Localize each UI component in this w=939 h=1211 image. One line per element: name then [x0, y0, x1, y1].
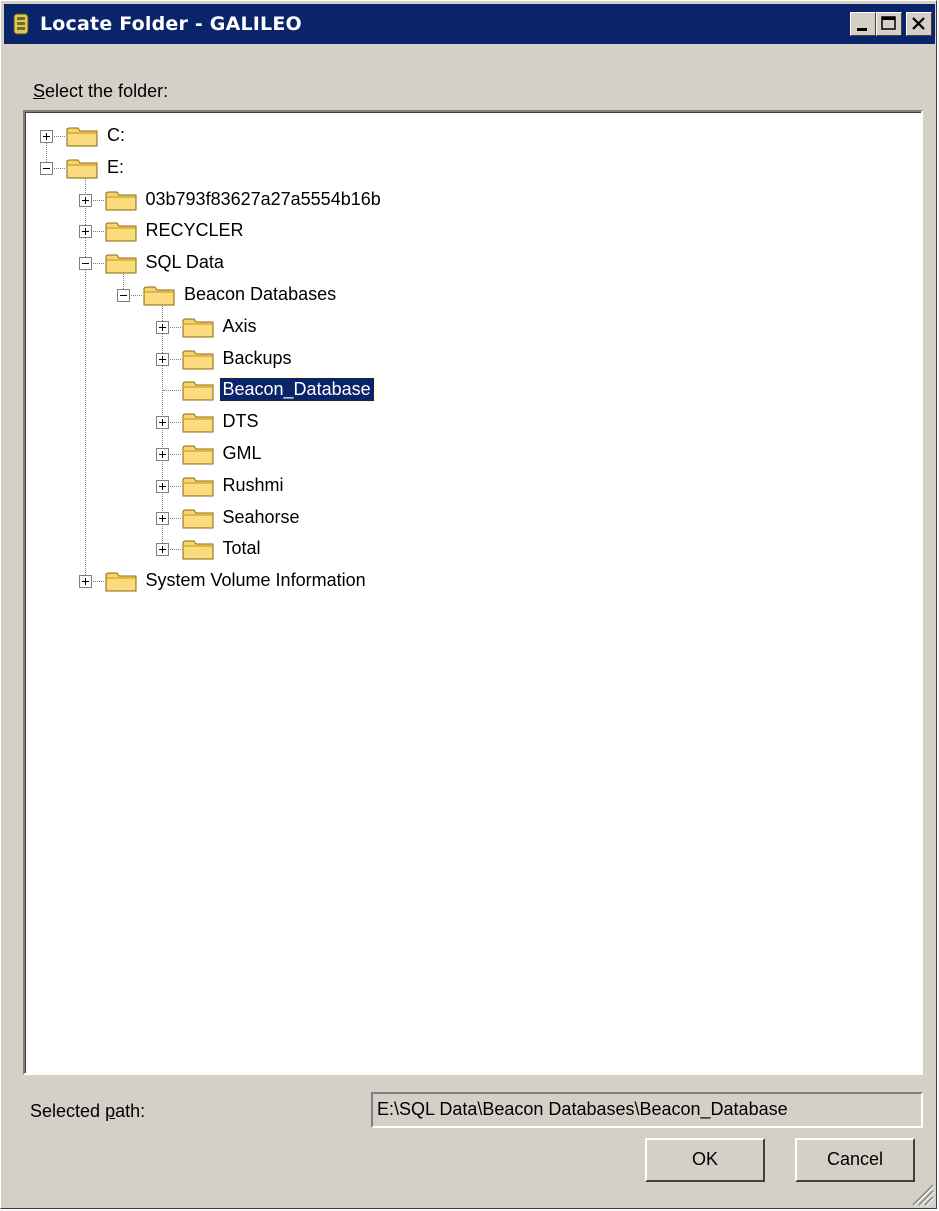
- tree-node-label: Rushmi: [222, 474, 284, 495]
- window-title: Locate Folder - GALILEO: [40, 13, 302, 35]
- selected-path-text-a: Selected: [30, 1101, 106, 1121]
- tree-node[interactable]: RECYCLER: [78, 216, 839, 246]
- locate-folder-dialog: Locate Folder - GALILEO Select the folde…: [0, 0, 937, 1209]
- folder-icon: [182, 413, 213, 433]
- cancel-button[interactable]: Cancel: [795, 1138, 915, 1182]
- maximize-icon: [881, 16, 896, 30]
- resize-grip-icon[interactable]: [905, 1177, 935, 1207]
- expand-icon[interactable]: [155, 511, 169, 525]
- folder-icon: [105, 222, 136, 242]
- tree-node[interactable]: System Volume Information: [78, 566, 839, 596]
- expand-icon[interactable]: [78, 225, 92, 239]
- selected-path-field[interactable]: E:\SQL Data\Beacon Databases\Beacon_Data…: [371, 1092, 923, 1128]
- expand-icon[interactable]: [155, 352, 169, 366]
- minimize-icon: [857, 28, 867, 31]
- close-icon: [912, 17, 925, 30]
- select-folder-label: Select the folder:: [33, 81, 168, 102]
- expand-icon[interactable]: [78, 575, 92, 589]
- folder-icon: [182, 445, 213, 465]
- tree-node[interactable]: Backups: [155, 344, 916, 374]
- folder-tree-inner: C: E: 03b793f83627a27a5554b16b RECYCLER SQL …: [25, 112, 921, 1073]
- expand-icon[interactable]: [155, 416, 169, 430]
- minimize-button[interactable]: [850, 12, 876, 36]
- tree-node-label: 03b793f83627a27a5554b16b: [145, 188, 381, 209]
- maximize-button[interactable]: [876, 12, 902, 36]
- folder-icon: [182, 350, 213, 370]
- tree-node-label: System Volume Information: [145, 570, 366, 591]
- folder-icon: [182, 477, 213, 497]
- selected-path-accel: p: [105, 1101, 116, 1121]
- tree-node-label: SQL Data: [145, 252, 224, 273]
- folder-icon: [105, 572, 136, 592]
- selected-path-text-b: ath:: [115, 1101, 146, 1121]
- expand-icon[interactable]: [155, 448, 169, 461]
- expand-icon[interactable]: [40, 130, 53, 143]
- folder-tree[interactable]: C: E: 03b793f83627a27a5554b16b RECYCLER SQL …: [23, 110, 923, 1075]
- tree-node[interactable]: Beacon Databases: [117, 280, 877, 310]
- folder-icon: [182, 540, 213, 560]
- tree-node-label: Backups: [222, 347, 292, 368]
- expand-icon[interactable]: [155, 320, 169, 334]
- tree-node-label: DTS: [222, 411, 259, 432]
- folder-icon: [66, 127, 98, 147]
- ok-button[interactable]: OK: [645, 1138, 765, 1182]
- tree-node-label: C:: [107, 125, 125, 145]
- tree-node-label: RECYCLER: [145, 220, 244, 241]
- folder-icon: [182, 509, 213, 529]
- selected-path-label: Selected path:: [30, 1101, 145, 1122]
- tree-node-label: E:: [107, 156, 125, 177]
- collapse-icon[interactable]: [40, 161, 53, 175]
- select-folder-accel: S: [33, 81, 46, 101]
- tree-node[interactable]: 03b793f83627a27a5554b16b: [78, 185, 839, 215]
- tree-node[interactable]: GML: [155, 439, 916, 469]
- expand-icon[interactable]: [155, 543, 169, 557]
- tree-node[interactable]: C:: [40, 121, 800, 151]
- folder-icon: [182, 381, 213, 401]
- folder-icon: [105, 191, 136, 211]
- folder-icon: [143, 286, 175, 306]
- tree-node-label: Seahorse: [222, 506, 300, 527]
- tree-node[interactable]: E:: [40, 153, 800, 183]
- close-button[interactable]: [906, 12, 932, 36]
- folder-icon: [182, 318, 213, 338]
- folder-icon: [105, 254, 136, 274]
- expand-icon[interactable]: [78, 193, 92, 207]
- tree-node[interactable]: Beacon_Database: [156, 375, 916, 405]
- tree-node-label: Beacon Databases: [184, 284, 337, 304]
- tree-node[interactable]: DTS: [155, 407, 916, 437]
- collapse-icon[interactable]: [78, 257, 92, 271]
- tree-node[interactable]: Axis: [155, 312, 916, 342]
- title-bar[interactable]: Locate Folder - GALILEO: [4, 4, 935, 44]
- app-icon: [13, 13, 29, 35]
- tree-node[interactable]: SQL Data: [78, 248, 839, 278]
- expand-icon[interactable]: [155, 479, 169, 493]
- tree-node-label: Total: [222, 538, 261, 559]
- tree-node[interactable]: Rushmi: [155, 471, 916, 501]
- tree-node-label: Axis: [222, 315, 257, 336]
- select-folder-text: elect the folder:: [45, 81, 169, 101]
- folder-icon: [66, 159, 98, 179]
- tree-node[interactable]: Total: [155, 534, 916, 564]
- tree-node-label: Beacon_Database: [218, 377, 375, 403]
- collapse-icon[interactable]: [117, 289, 130, 302]
- tree-node[interactable]: Seahorse: [155, 503, 916, 533]
- tree-node-label: GML: [222, 443, 262, 463]
